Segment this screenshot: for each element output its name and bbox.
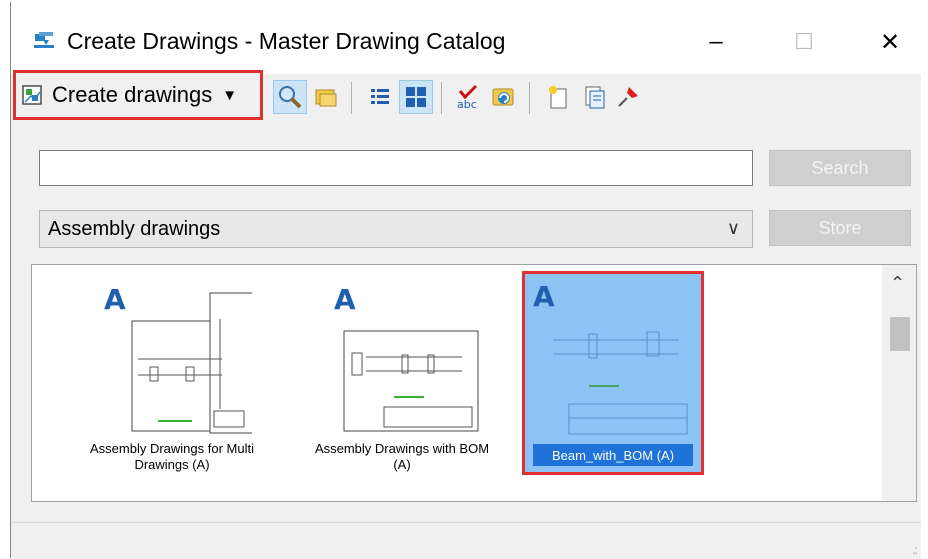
scrollbar-thumb[interactable] — [890, 317, 910, 351]
scroll-up-icon[interactable]: ⌃ — [890, 273, 905, 294]
properties-icon — [585, 86, 605, 109]
search-toolbar-button[interactable] — [273, 80, 307, 114]
maximize-button[interactable]: ☐ — [781, 22, 827, 62]
drawing-thumbnail-list: A Assembly Drawings for Multi Drawings (… — [31, 264, 917, 502]
app-icon — [34, 32, 54, 48]
properties-button[interactable] — [577, 80, 611, 114]
list-view-icon — [371, 89, 389, 104]
catalog-select-value: Assembly drawings — [48, 217, 221, 240]
create-drawings-label: Create drawings — [52, 82, 213, 107]
new-button[interactable] — [541, 80, 575, 114]
search-button[interactable]: Search — [769, 150, 911, 186]
drawing-thumbnail: A — [332, 279, 482, 439]
item-caption: Assembly Drawings with BOM (A) — [314, 441, 490, 472]
chevron-down-icon[interactable]: ▼ — [222, 87, 237, 104]
thumbnail-view-icon — [406, 87, 426, 107]
store-button[interactable]: Store — [769, 210, 911, 246]
spellcheck-icon: abc — [457, 84, 478, 111]
catalog-select[interactable]: Assembly drawings ∨ — [39, 210, 753, 248]
new-icon — [549, 86, 567, 109]
toolbar-separator — [529, 82, 530, 114]
search-input[interactable] — [39, 150, 753, 186]
dialog-window: Create Drawings - Master Drawing Catalog… — [10, 2, 921, 559]
autocad-a-icon: A — [104, 283, 126, 316]
window-title: Create Drawings - Master Drawing Catalog — [67, 28, 506, 54]
refresh-icon — [492, 88, 514, 106]
vertical-scrollbar[interactable]: ⌃ — [882, 265, 916, 501]
status-bar: .: — [11, 522, 921, 559]
item-caption: Beam_with_BOM (A) — [533, 444, 693, 466]
autocad-a-icon: A — [334, 283, 356, 316]
drawing-preview-icon: A — [104, 283, 261, 434]
list-view-button[interactable] — [363, 80, 397, 114]
resize-grip-icon[interactable]: .: — [912, 543, 918, 557]
pin-button[interactable] — [611, 80, 645, 114]
spellcheck-button[interactable]: abc — [451, 80, 485, 114]
drawing-preview-icon: A — [533, 280, 688, 435]
thumbnail-view-button[interactable] — [399, 80, 433, 114]
toolbar-separator — [441, 82, 442, 114]
create-drawings-button[interactable]: Create drawings ▼ — [13, 70, 263, 120]
list-item-selected[interactable]: A Beam_with_BOM (A) — [522, 271, 704, 475]
pin-icon — [618, 87, 638, 107]
search-icon — [279, 86, 302, 109]
open-folder-button[interactable] — [309, 80, 343, 114]
drawing-thumbnail: A — [102, 279, 261, 439]
title-bar: Create Drawings - Master Drawing Catalog… — [11, 2, 921, 74]
close-button[interactable]: ✕ — [867, 22, 913, 62]
refresh-button[interactable] — [487, 80, 521, 114]
open-folder-icon — [315, 89, 337, 107]
svg-text:abc: abc — [457, 98, 477, 111]
toolbar-separator — [351, 82, 352, 114]
chevron-down-icon: ∨ — [726, 218, 740, 238]
item-caption: Assembly Drawings for Multi Drawings (A) — [90, 441, 254, 472]
autocad-a-icon: A — [533, 280, 555, 313]
minimize-button[interactable]: – — [693, 22, 739, 62]
drawing-preview-icon: A — [334, 283, 479, 432]
create-drawings-icon — [22, 85, 42, 105]
